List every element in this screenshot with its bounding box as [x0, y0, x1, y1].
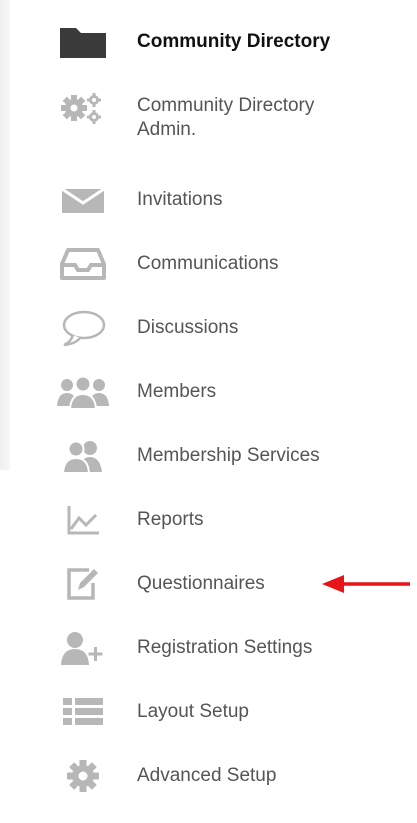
- speech-bubble-icon: [55, 308, 111, 348]
- menu-item-label: Reports: [137, 509, 204, 530]
- line-chart-icon: [55, 500, 111, 540]
- annotation-arrow-icon: [322, 575, 410, 593]
- menu-item-label: Layout Setup: [137, 701, 249, 722]
- users-icon: [55, 436, 111, 476]
- menu-item-label: Communications: [137, 253, 279, 274]
- user-add-icon: [55, 628, 111, 668]
- gears-icon: [55, 88, 111, 128]
- envelope-icon: [55, 180, 111, 220]
- menu-item-community-directory-admin[interactable]: Community Directory Admin.: [55, 88, 395, 148]
- menu-item-label: Discussions: [137, 317, 239, 338]
- menu-item-label: Invitations: [137, 189, 223, 210]
- page: Community Directory Community Directory …: [0, 0, 417, 823]
- menu-item-communications[interactable]: Communications: [55, 244, 395, 284]
- menu-item-label: Questionnaires: [137, 573, 265, 594]
- menu-item-members[interactable]: Members: [55, 372, 395, 412]
- menu-item-reports[interactable]: Reports: [55, 500, 395, 540]
- edit-square-icon: [55, 564, 111, 604]
- menu-item-advanced-setup[interactable]: Advanced Setup: [55, 756, 395, 796]
- menu-item-invitations[interactable]: Invitations: [55, 180, 395, 220]
- menu-item-label: Registration Settings: [137, 637, 313, 658]
- menu-item-registration-settings[interactable]: Registration Settings: [55, 628, 395, 668]
- group-icon: [55, 372, 111, 412]
- menu-item-label: Community Directory Admin.: [137, 95, 315, 140]
- menu-item-label: Members: [137, 381, 217, 402]
- menu-item-label: Community Directory: [137, 31, 331, 52]
- menu-item-label: Membership Services: [137, 445, 320, 466]
- gear-icon: [55, 756, 111, 796]
- folder-icon: [55, 22, 111, 62]
- left-border-strip: [0, 0, 10, 470]
- inbox-tray-icon: [55, 244, 111, 284]
- list-layout-icon: [55, 692, 111, 732]
- menu-item-label: Advanced Setup: [137, 765, 277, 786]
- menu-item-discussions[interactable]: Discussions: [55, 308, 395, 348]
- menu-item-community-directory[interactable]: Community Directory: [55, 22, 395, 62]
- menu-item-layout-setup[interactable]: Layout Setup: [55, 692, 395, 732]
- menu-item-membership-services[interactable]: Membership Services: [55, 436, 395, 476]
